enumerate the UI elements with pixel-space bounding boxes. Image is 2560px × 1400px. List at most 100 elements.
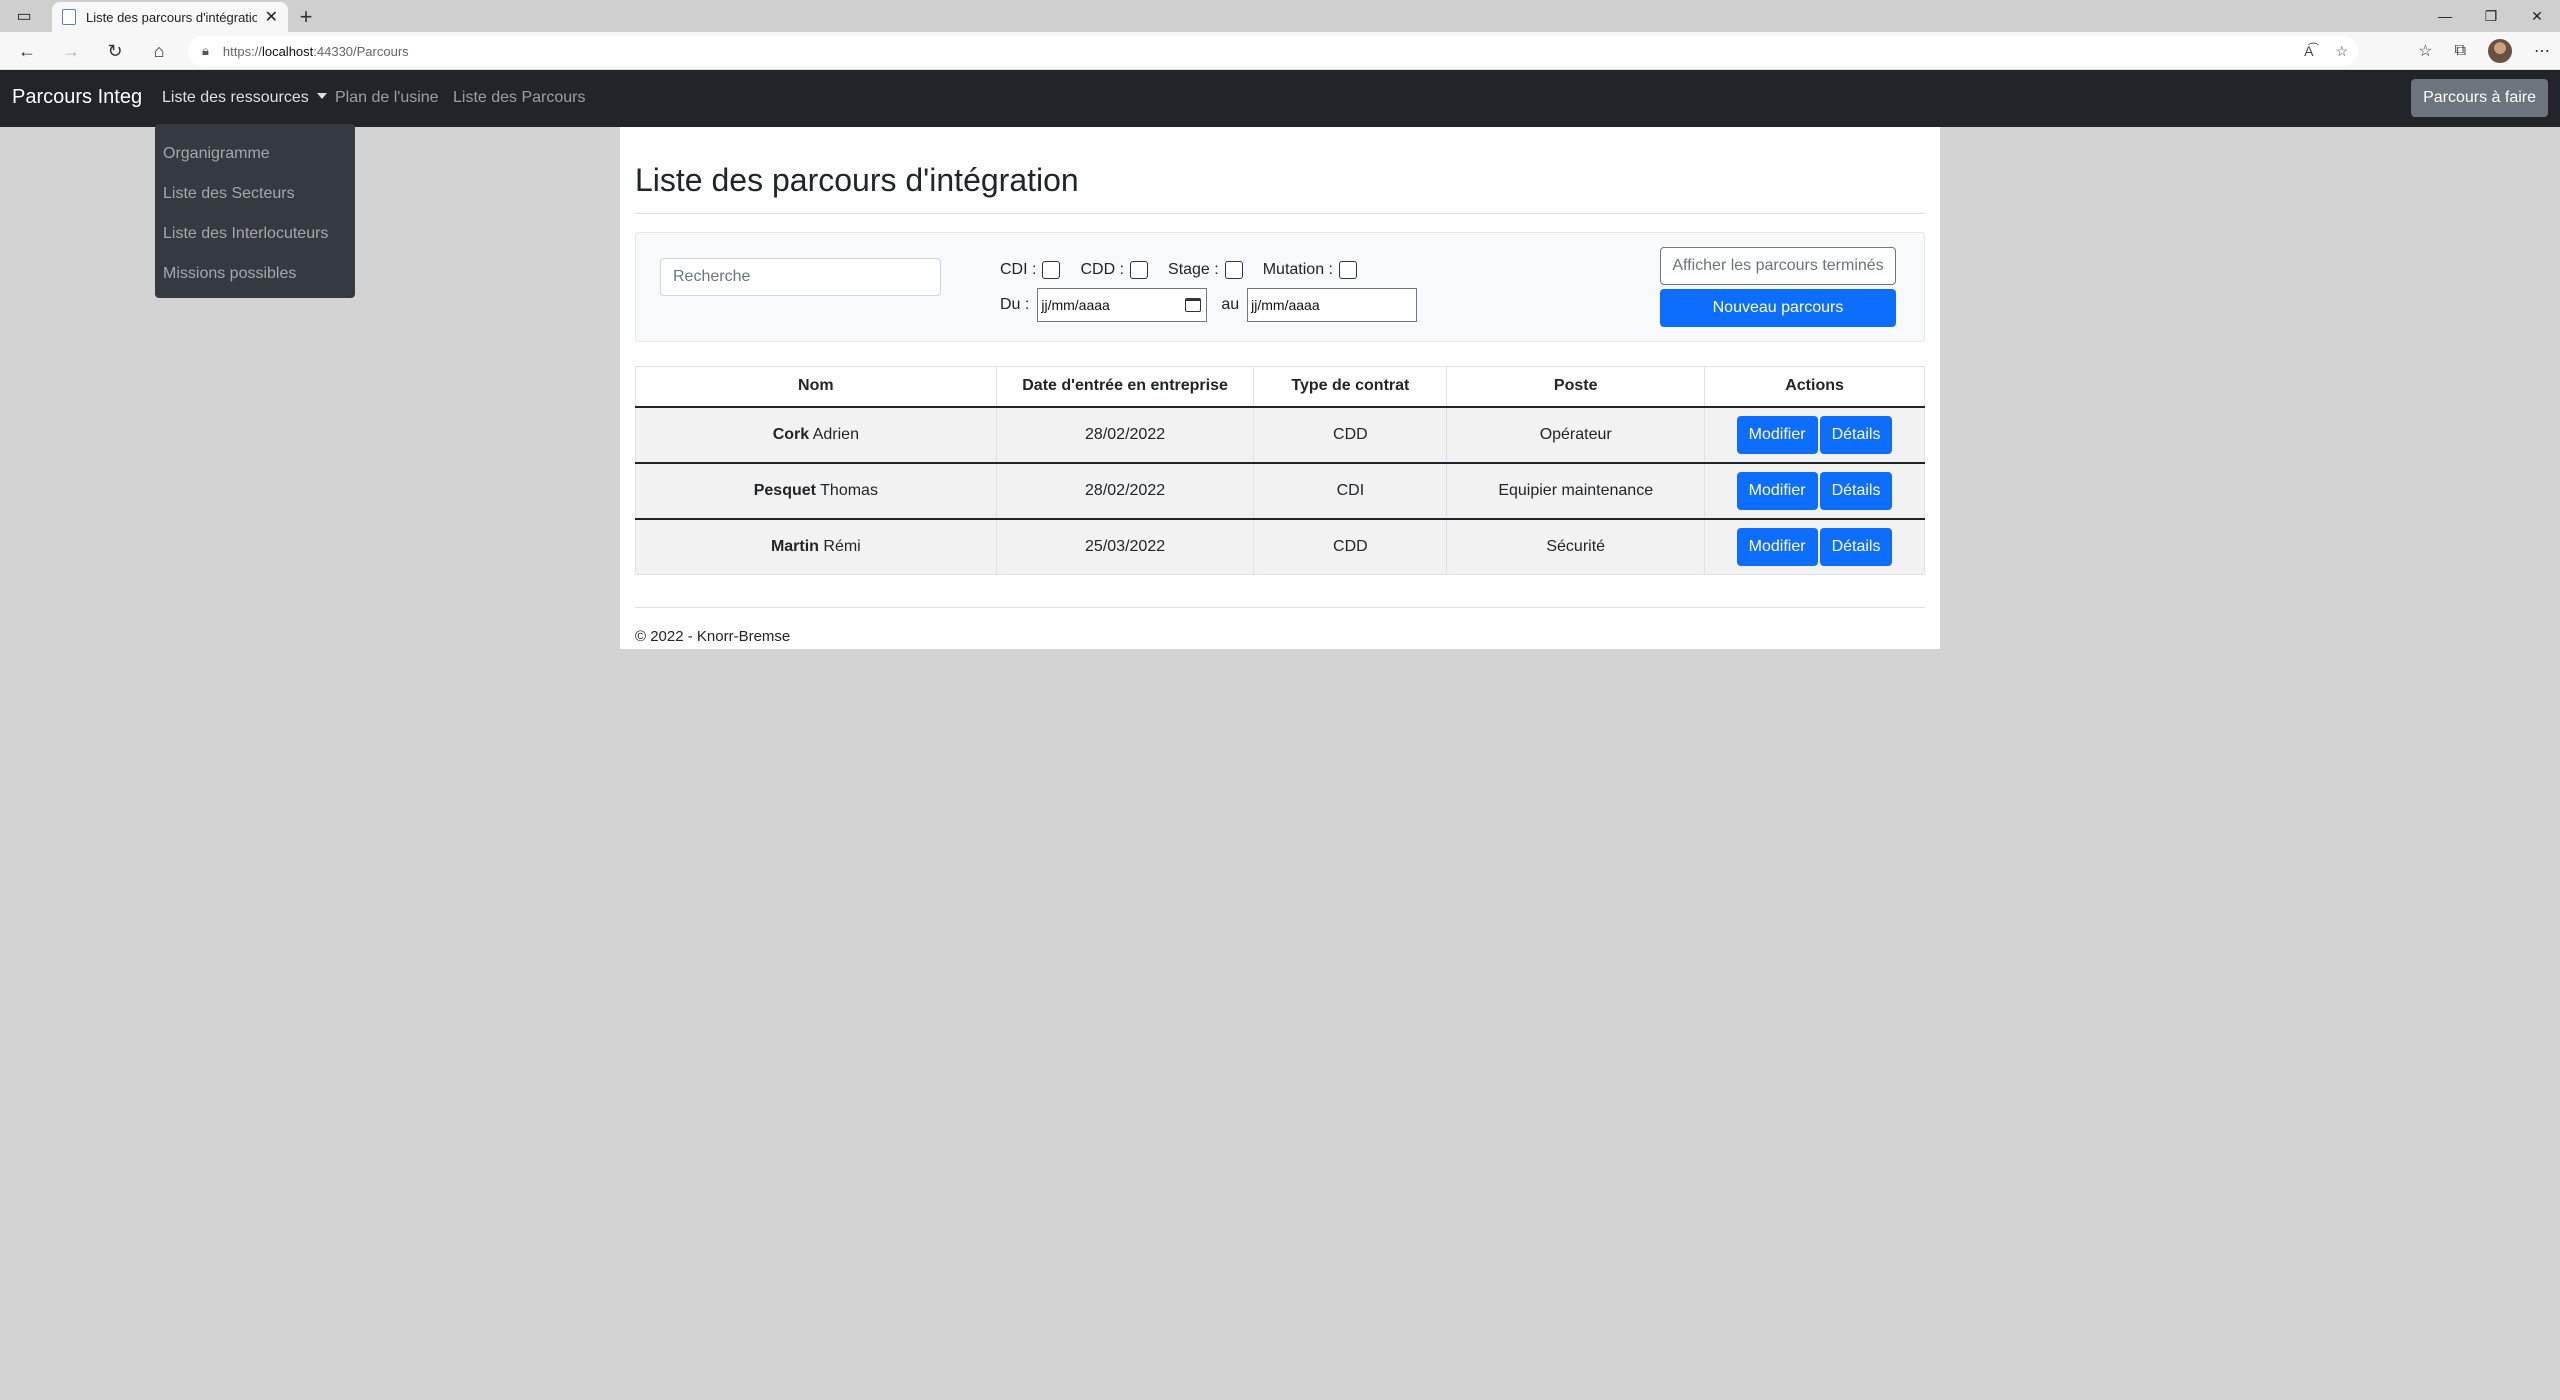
details-button[interactable]: Détails — [1819, 527, 1893, 566]
url-host: localhost — [261, 43, 314, 59]
new-tab-icon[interactable]: + — [294, 4, 318, 30]
date-to-input[interactable]: jj/mm/aaaa — [1247, 288, 1418, 322]
date-from-input[interactable]: jj/mm/aaaa — [1037, 288, 1208, 322]
dropdown-item-interlocuteurs[interactable]: Liste des Interlocuteurs — [155, 214, 355, 254]
first-name: Thomas — [820, 481, 878, 499]
cell-actions: Modifier Détails — [1704, 518, 1925, 575]
lock-icon[interactable]: 🔒︎ — [202, 43, 209, 59]
cell-poste: Equipier maintenance — [1446, 462, 1706, 520]
dropdown-item-missions[interactable]: Missions possibles — [155, 254, 355, 294]
page-favicon-icon — [62, 9, 76, 25]
dropdown-item-organigramme[interactable]: Organigramme — [155, 134, 355, 174]
refresh-icon[interactable]: ↻ — [102, 38, 128, 64]
parcours-a-faire-button[interactable]: Parcours à faire — [2411, 79, 2548, 117]
title-divider — [635, 213, 1925, 214]
first-name: Adrien — [812, 425, 859, 443]
table-header-row: Nom Date d'entrée en entreprise Type de … — [635, 366, 1925, 408]
resources-dropdown-menu: Organigramme Liste des Secteurs Liste de… — [155, 124, 355, 298]
show-finished-button[interactable]: Afficher les parcours terminés — [1660, 247, 1896, 285]
cell-actions: Modifier Détails — [1704, 462, 1925, 520]
cdi-checkbox[interactable] — [1042, 261, 1061, 279]
navbar-brand[interactable]: Parcours Integ — [12, 86, 142, 109]
cdd-checkbox[interactable] — [1130, 261, 1149, 279]
add-favorite-icon[interactable]: ☆ — [2335, 43, 2348, 60]
url-path: :44330/Parcours — [313, 43, 409, 59]
page-title: Liste des parcours d'intégration — [635, 162, 1079, 198]
date-to-placeholder: jj/mm/aaaa — [1251, 297, 1320, 313]
cell-poste: Opérateur — [1446, 406, 1706, 464]
stage-label: Stage : — [1168, 261, 1219, 278]
last-name: Martin — [770, 537, 819, 555]
read-aloud-icon[interactable]: A͡ — [2304, 43, 2313, 59]
url-protocol: https:// — [222, 43, 262, 59]
cell-date: 25/03/2022 — [995, 518, 1255, 575]
tab-actions-icon[interactable]: ▭ — [10, 6, 38, 26]
nav-liste-parcours[interactable]: Liste des Parcours — [453, 89, 586, 107]
details-button[interactable]: Détails — [1819, 471, 1893, 510]
edit-button[interactable]: Modifier — [1736, 527, 1818, 566]
profile-avatar[interactable] — [2488, 39, 2512, 63]
cell-nom: Martin Rémi — [635, 518, 997, 575]
date-to-label: au — [1221, 296, 1240, 313]
header-actions: Actions — [1704, 366, 1925, 408]
nav-plan-usine[interactable]: Plan de l'usine — [335, 89, 439, 107]
restore-icon[interactable]: ❐ — [2468, 0, 2514, 32]
header-poste: Poste — [1446, 366, 1706, 408]
browser-tabbar: ▭ Liste des parcours d'intégration ✕ + —… — [0, 0, 2560, 32]
parcours-table: Nom Date d'entrée en entreprise Type de … — [635, 366, 1925, 575]
edit-button[interactable]: Modifier — [1736, 415, 1818, 454]
browser-toolbar: ← → ↻ ⌂ 🔒︎ https://localhost:44330/Parco… — [0, 32, 2560, 70]
table-row: Martin Rémi 25/03/2022 CDD Sécurité Modi… — [635, 518, 1925, 575]
cell-nom: Pesquet Thomas — [635, 462, 997, 520]
stage-checkbox[interactable] — [1224, 261, 1243, 279]
dropdown-item-secteurs[interactable]: Liste des Secteurs — [155, 174, 355, 214]
collections-icon[interactable]: ⧉ — [2455, 42, 2466, 60]
date-filters: Du : jj/mm/aaaa au jj/mm/aaaa — [1000, 287, 1418, 323]
window-close-icon[interactable]: ✕ — [2514, 0, 2560, 32]
window-controls: — ❐ ✕ — [2422, 0, 2560, 32]
mutation-checkbox[interactable] — [1338, 261, 1357, 279]
filter-panel: CDI : CDD : Stage : Mutation : Du : jj/m… — [635, 232, 1925, 342]
header-contrat: Type de contrat — [1253, 366, 1448, 408]
favorites-icon[interactable]: ☆ — [2418, 41, 2432, 61]
date-from-placeholder: jj/mm/aaaa — [1041, 297, 1110, 313]
edit-button[interactable]: Modifier — [1736, 471, 1818, 510]
more-icon[interactable]: ⋯ — [2534, 41, 2550, 61]
nav-resources-label: Liste des ressources — [162, 89, 309, 106]
nav-resources-dropdown[interactable]: Liste des ressources — [162, 89, 327, 107]
cdi-label: CDI : — [1000, 261, 1037, 278]
last-name: Cork — [772, 425, 810, 443]
cell-contrat: CDD — [1253, 406, 1448, 464]
home-icon[interactable]: ⌂ — [146, 38, 172, 64]
minimize-icon[interactable]: — — [2422, 0, 2468, 32]
cell-contrat: CDD — [1253, 518, 1448, 575]
search-input[interactable] — [660, 258, 941, 296]
cell-date: 28/02/2022 — [995, 406, 1255, 464]
first-name: Rémi — [823, 537, 861, 555]
cell-actions: Modifier Détails — [1704, 406, 1925, 464]
cell-nom: Cork Adrien — [635, 406, 997, 464]
address-bar[interactable]: 🔒︎ https://localhost:44330/Parcours A͡ ☆ — [188, 36, 2358, 66]
date-from-label: Du : — [1000, 296, 1030, 313]
header-nom: Nom — [635, 366, 997, 408]
app-navbar: Parcours Integ Liste des ressources Plan… — [0, 70, 2560, 127]
cell-contrat: CDI — [1253, 462, 1448, 520]
forward-icon[interactable]: → — [58, 38, 84, 64]
tab-close-icon[interactable]: ✕ — [265, 7, 278, 27]
contract-filters: CDI : CDD : Stage : Mutation : — [1000, 259, 1377, 281]
calendar-icon[interactable] — [1185, 298, 1202, 312]
new-parcours-button[interactable]: Nouveau parcours — [1660, 289, 1896, 327]
cdd-label: CDD : — [1080, 261, 1125, 278]
browser-tab[interactable]: Liste des parcours d'intégration ✕ — [52, 2, 288, 32]
table-row: Cork Adrien 28/02/2022 CDD Opérateur Mod… — [635, 406, 1925, 464]
details-button[interactable]: Détails — [1819, 415, 1893, 454]
mutation-label: Mutation : — [1262, 261, 1333, 278]
cell-date: 28/02/2022 — [995, 462, 1255, 520]
main-content: Liste des parcours d'intégration CDI : C… — [620, 127, 1940, 649]
footer-copyright: © 2022 - Knorr-Bremse — [635, 628, 791, 645]
back-icon[interactable]: ← — [14, 38, 40, 64]
table-row: Pesquet Thomas 28/02/2022 CDI Equipier m… — [635, 462, 1925, 520]
cell-poste: Sécurité — [1446, 518, 1706, 575]
header-date: Date d'entrée en entreprise — [995, 366, 1255, 408]
footer-divider — [635, 607, 1925, 608]
